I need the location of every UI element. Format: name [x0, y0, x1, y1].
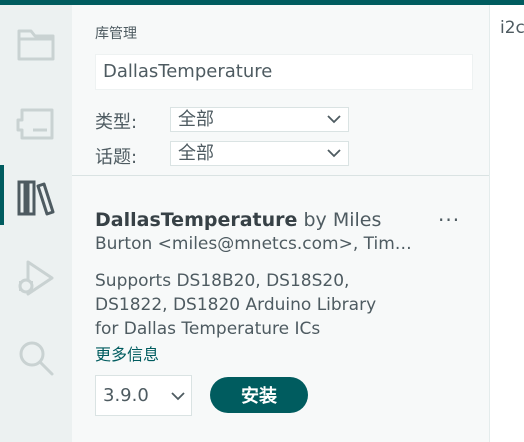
type-filter-label: 类型: — [95, 112, 138, 133]
panel-divider — [72, 175, 489, 176]
library-description: Supports DS18B20, DS18S20, DS1822, DS182… — [95, 271, 377, 339]
library-manager-panel: 库管理 DallasTemperature 类型: 全部 话题: 全部 Dall… — [72, 5, 489, 442]
editor-text: i2c — [500, 18, 524, 38]
topic-filter-label: 话题: — [95, 147, 138, 168]
more-actions-button[interactable]: ··· — [438, 208, 460, 232]
library-search-input[interactable]: DallasTemperature — [95, 54, 473, 90]
panel-title: 库管理 — [95, 26, 137, 42]
chevron-down-icon — [327, 149, 341, 158]
version-select[interactable]: 3.9.0 — [95, 375, 192, 416]
activity-library[interactable] — [0, 165, 72, 225]
activity-bar — [0, 5, 72, 442]
version-value: 3.9.0 — [103, 385, 149, 406]
type-filter-value: 全部 — [178, 109, 214, 130]
debug-icon — [18, 260, 54, 296]
library-author-line2: Burton <miles@mnetcs.com>, Tim… — [95, 234, 412, 254]
activity-debug[interactable] — [0, 245, 72, 305]
library-author-line1: by Miles — [303, 209, 382, 231]
panel-border — [489, 5, 490, 442]
active-indicator — [0, 165, 4, 225]
folder-icon — [17, 29, 55, 61]
topic-filter-select[interactable]: 全部 — [170, 141, 349, 166]
library-title: DallasTemperature by Miles — [95, 208, 425, 232]
library-name: DallasTemperature — [95, 209, 298, 231]
activity-search[interactable] — [0, 325, 72, 385]
type-filter-select[interactable]: 全部 — [170, 107, 349, 132]
board-icon — [16, 108, 54, 140]
install-button[interactable]: 安装 — [210, 377, 308, 413]
chevron-down-icon — [171, 392, 185, 401]
search-icon — [19, 341, 54, 376]
activity-boards[interactable] — [0, 93, 72, 153]
chevron-down-icon — [327, 115, 341, 124]
library-icon — [17, 180, 55, 216]
more-info-link[interactable]: 更多信息 — [95, 341, 159, 365]
topic-filter-value: 全部 — [178, 143, 214, 164]
activity-explorer[interactable] — [0, 13, 72, 73]
